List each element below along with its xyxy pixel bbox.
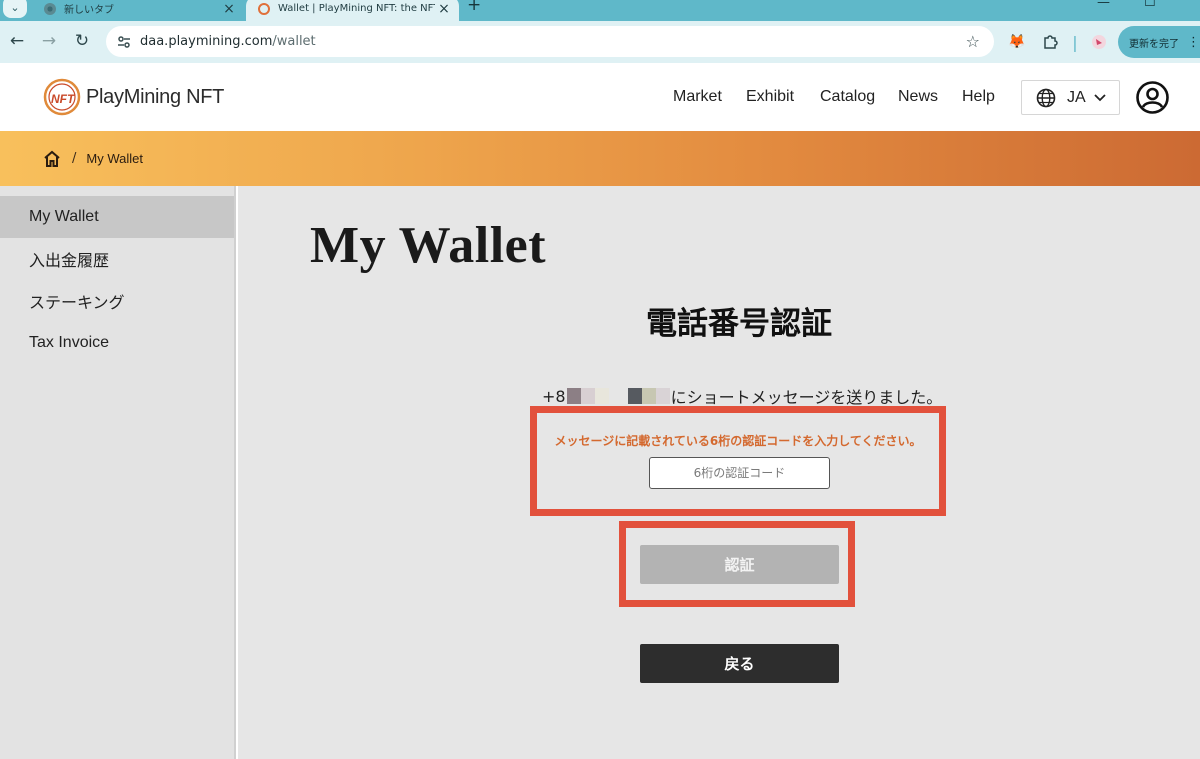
sidebar-item-tax-invoice[interactable]: Tax Invoice bbox=[0, 322, 234, 364]
chevron-down-icon bbox=[1094, 93, 1106, 101]
redacted-phone-number bbox=[566, 388, 623, 404]
sidebar-item-my-wallet[interactable]: My Wallet bbox=[0, 196, 234, 238]
globe-icon bbox=[1036, 88, 1056, 107]
maximize-icon[interactable]: ☐ bbox=[1144, 0, 1156, 10]
tab-title: Wallet | PlayMining NFT: the NFT marketp… bbox=[278, 3, 435, 14]
site-info-icon[interactable] bbox=[114, 32, 134, 52]
breadcrumb-current: My Wallet bbox=[86, 151, 143, 166]
bookmark-star-icon[interactable]: ☆ bbox=[966, 32, 980, 51]
extensions-puzzle-icon[interactable] bbox=[1040, 32, 1060, 52]
chrome-favicon-icon bbox=[44, 2, 56, 15]
sms-sent-message: +8 にショートメッセージを送りました。 bbox=[542, 384, 942, 408]
back-arrow-icon[interactable]: ← bbox=[5, 29, 29, 53]
url-text: daa.playmining.com/wallet bbox=[140, 34, 966, 49]
update-button-label: 更新を完了 bbox=[1129, 38, 1179, 50]
reload-icon[interactable]: ↻ bbox=[70, 29, 94, 53]
account-icon[interactable] bbox=[1136, 81, 1169, 114]
address-bar[interactable]: daa.playmining.com/wallet ☆ bbox=[106, 26, 994, 57]
minimize-icon[interactable]: — bbox=[1097, 0, 1110, 10]
redacted-phone-number bbox=[627, 388, 670, 404]
language-select[interactable]: JA bbox=[1021, 80, 1120, 115]
nav-news[interactable]: News bbox=[898, 88, 938, 106]
browser-toolbar: ← → ↻ daa.playmining.com/wallet ☆ 🦊 | 更新… bbox=[0, 21, 1200, 63]
forward-arrow-icon[interactable]: → bbox=[37, 29, 61, 53]
language-code: JA bbox=[1067, 88, 1086, 106]
code-instruction: メッセージに記載されている6桁の認証コードを入力してください。 bbox=[554, 434, 922, 448]
breadcrumb-separator: / bbox=[72, 151, 77, 166]
nav-market[interactable]: Market bbox=[673, 88, 722, 106]
main-content: My Wallet 電話番号認証 +8 にショートメッセージを送りました。 メッ… bbox=[238, 186, 1200, 759]
phone-prefix: +8 bbox=[542, 386, 566, 406]
verification-code-input[interactable] bbox=[649, 457, 830, 489]
chevron-down-icon: ⌄ bbox=[10, 0, 20, 14]
playmining-nft-logo-icon: NFT bbox=[43, 78, 81, 116]
tab-close-icon[interactable]: × bbox=[435, 1, 453, 17]
home-icon[interactable] bbox=[42, 149, 62, 169]
breadcrumb: / My Wallet bbox=[0, 131, 1200, 186]
url-host: daa.playmining.com bbox=[140, 34, 273, 49]
browser-tab-strip: ⌄ 新しいタブ × Wallet | PlayMining NFT: the N… bbox=[0, 0, 1200, 21]
tab-search-button[interactable]: ⌄ bbox=[3, 0, 27, 18]
tab-title: 新しいタブ bbox=[64, 5, 114, 16]
verify-button[interactable]: 認証 bbox=[640, 545, 839, 584]
site-header: NFT PlayMining NFT Market Exhibit Catalo… bbox=[0, 63, 1200, 131]
nav-catalog[interactable]: Catalog bbox=[820, 88, 875, 106]
playmining-logo[interactable]: NFT PlayMining NFT bbox=[43, 78, 224, 116]
url-path: /wallet bbox=[272, 34, 316, 49]
nav-exhibit[interactable]: Exhibit bbox=[746, 88, 794, 106]
more-vertical-icon[interactable]: ⋮ bbox=[1187, 35, 1200, 50]
logo-text: PlayMining NFT bbox=[86, 85, 225, 108]
browser-tab-wallet[interactable]: Wallet | PlayMining NFT: the NFT marketp… bbox=[246, 0, 459, 21]
page-title: My Wallet bbox=[310, 217, 547, 274]
metamask-fox-icon[interactable]: 🦊 bbox=[1007, 32, 1027, 52]
update-browser-button[interactable]: 更新を完了 ⋮ bbox=[1118, 26, 1200, 58]
back-button[interactable]: 戻る bbox=[640, 644, 839, 683]
toolbar-divider: | bbox=[1072, 32, 1078, 52]
section-title: 電話番号認証 bbox=[646, 306, 832, 342]
tab-close-icon[interactable]: × bbox=[220, 1, 238, 17]
nav-help[interactable]: Help bbox=[962, 88, 995, 106]
sidebar-item-transaction-history[interactable]: 入出金履歴 bbox=[0, 238, 234, 280]
browser-tab-new[interactable]: 新しいタブ × bbox=[32, 0, 244, 21]
playmining-favicon-icon bbox=[258, 2, 270, 15]
profile-avatar-icon[interactable] bbox=[1089, 32, 1109, 52]
new-tab-plus-icon[interactable]: + bbox=[467, 0, 481, 15]
sidebar-item-staking[interactable]: ステーキング bbox=[0, 280, 234, 322]
sidebar: My Wallet 入出金履歴 ステーキング Tax Invoice bbox=[0, 186, 236, 759]
svg-text:NFT: NFT bbox=[51, 92, 76, 106]
sms-sent-suffix: にショートメッセージを送りました。 bbox=[670, 388, 943, 407]
